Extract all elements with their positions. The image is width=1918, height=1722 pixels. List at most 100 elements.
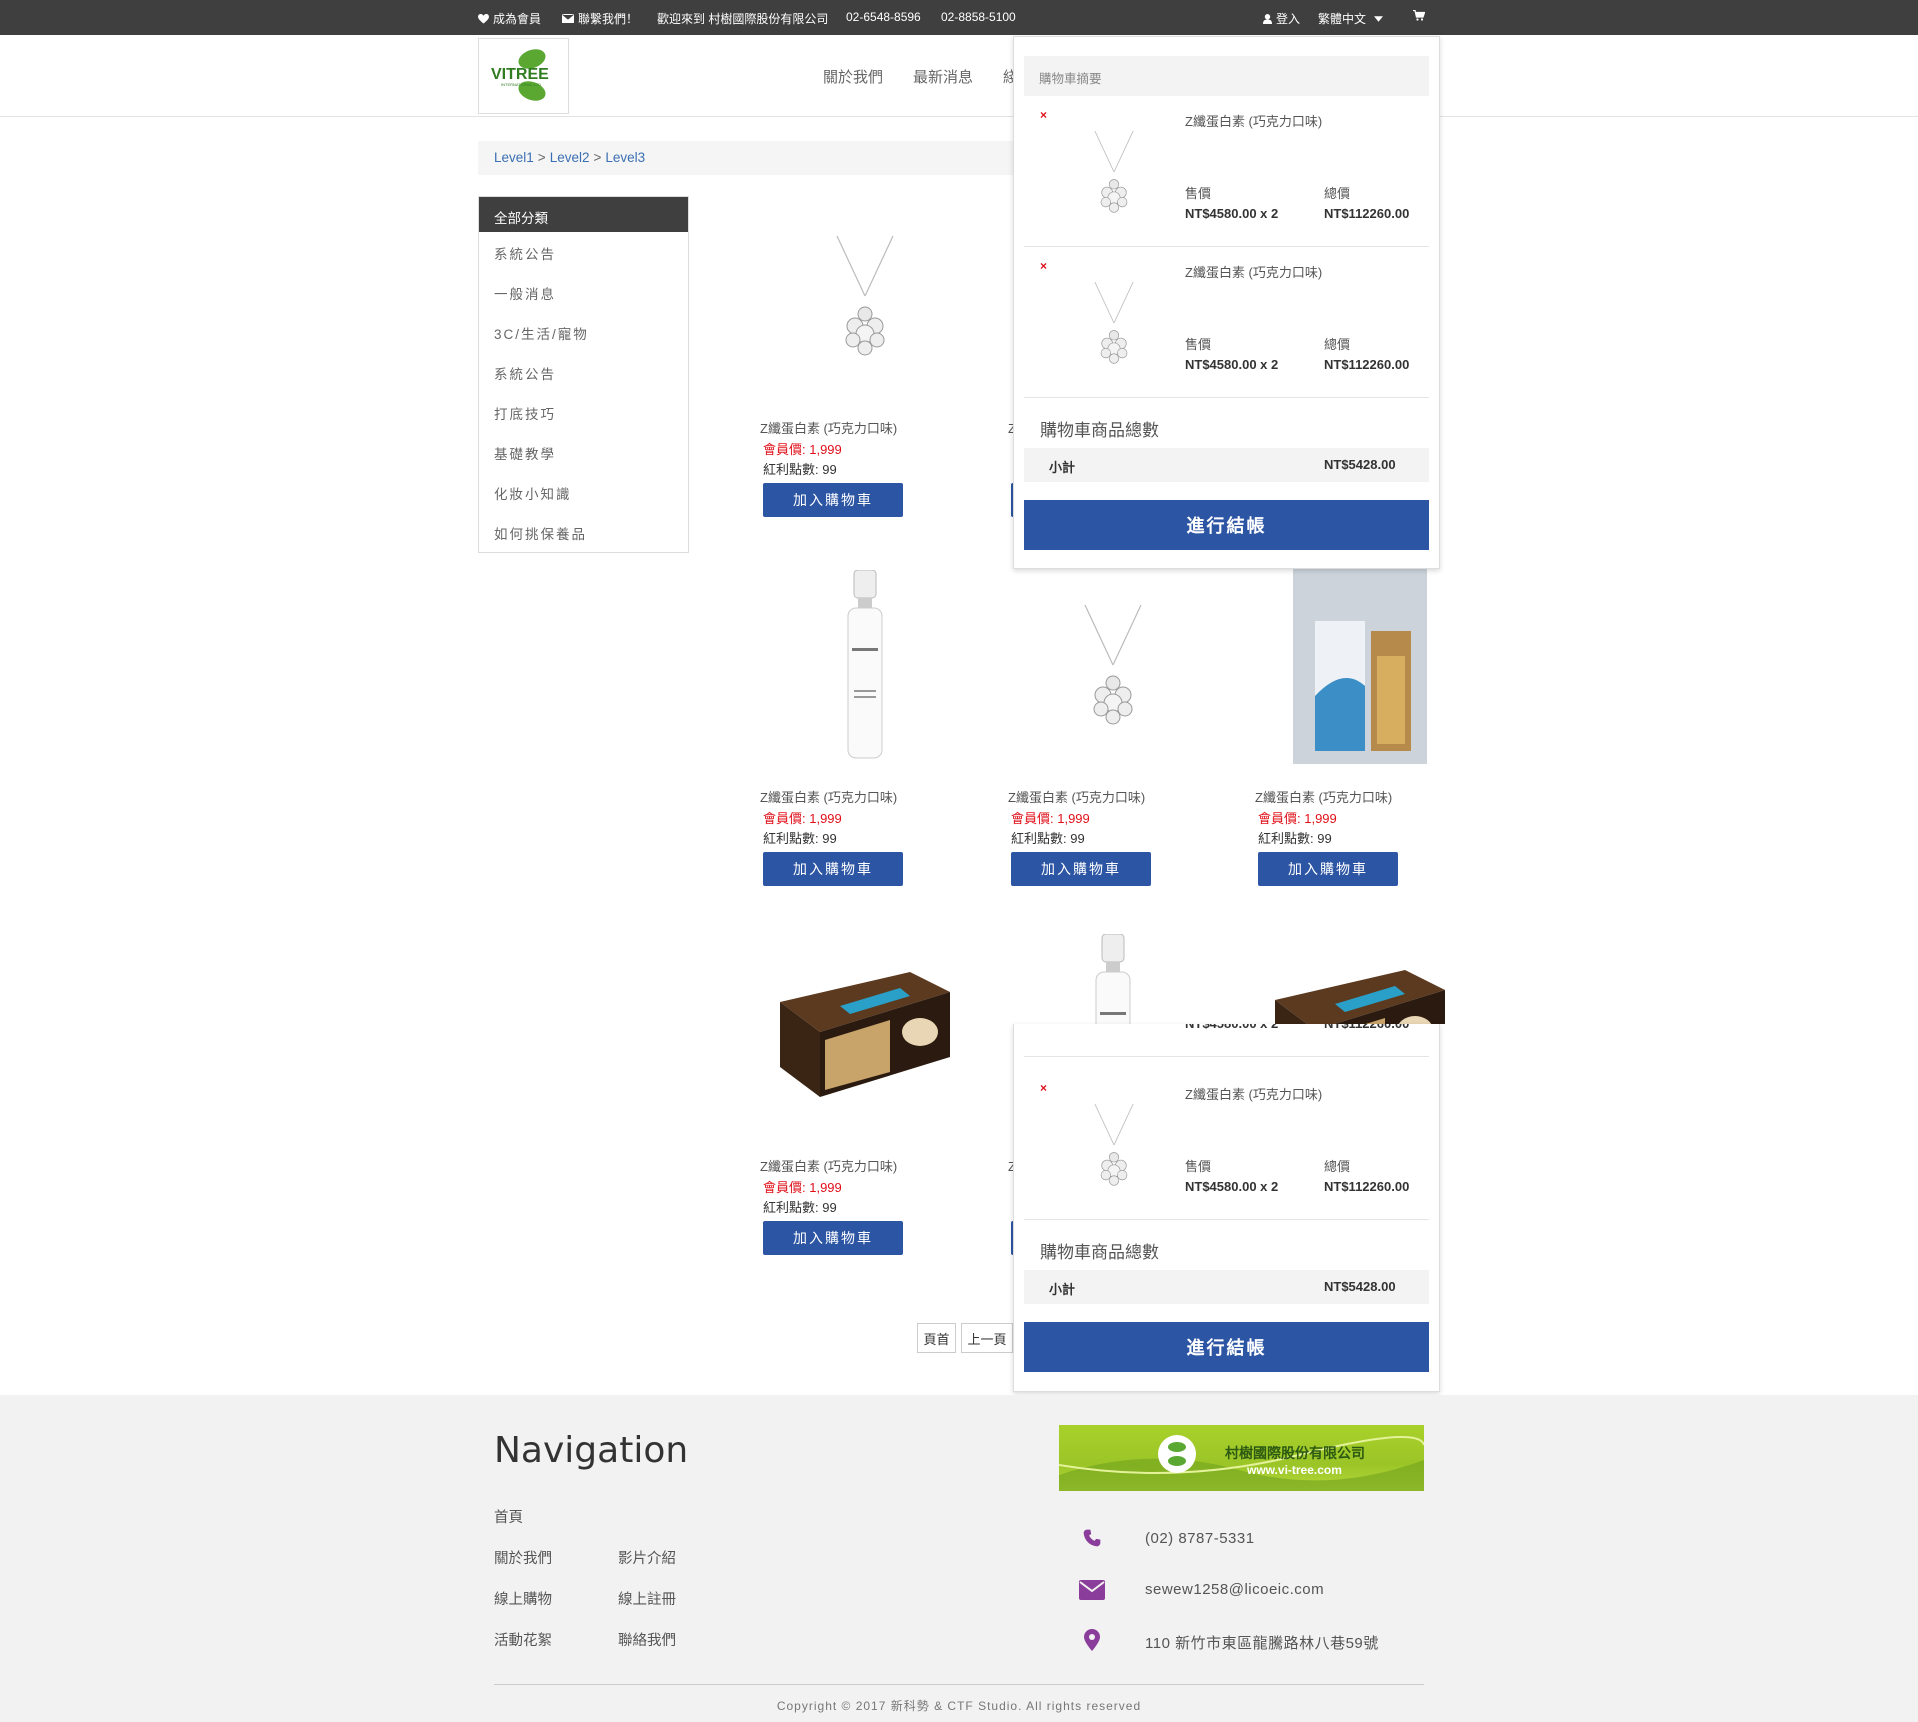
envelope-icon bbox=[1078, 1576, 1106, 1604]
product-image[interactable] bbox=[760, 196, 970, 396]
contact-us-link[interactable]: 聯繫我們！ bbox=[562, 10, 638, 27]
pager-first[interactable]: 頁首 bbox=[917, 1323, 956, 1353]
footer-link-home[interactable]: 首頁 bbox=[494, 1506, 523, 1527]
product-name[interactable]: Z纖蛋白素 (巧克力口味) bbox=[760, 418, 897, 437]
login-label: 登入 bbox=[1276, 12, 1301, 26]
total-price-value: NT$112260.00 bbox=[1324, 1179, 1410, 1194]
checkout-button[interactable]: 進行結帳 bbox=[1024, 500, 1429, 550]
footer-link-video[interactable]: 影片介紹 bbox=[618, 1547, 676, 1568]
breadcrumb-level3[interactable]: Level3 bbox=[605, 150, 645, 165]
cart-icon bbox=[1413, 10, 1425, 21]
add-to-cart-button[interactable]: 加入購物車 bbox=[763, 483, 903, 517]
banner-url: www.vi-tree.com bbox=[1247, 1463, 1342, 1477]
cart-dropdown: NT$4580.00 x 2 NT$112260.00 × Z纖蛋白素 (巧克力… bbox=[1013, 1024, 1440, 1392]
pager-prev[interactable]: 上一頁 bbox=[961, 1323, 1013, 1353]
product-name[interactable]: Z纖蛋白素 (巧克力口味) bbox=[1008, 787, 1145, 806]
cart-item-name[interactable]: Z纖蛋白素 (巧克力口味) bbox=[1185, 1084, 1322, 1103]
total-price-value: NT$112260.00 bbox=[1324, 357, 1410, 372]
product-image[interactable] bbox=[1255, 565, 1465, 765]
unit-price-value: NT$4580.00 x 2 bbox=[1185, 1179, 1279, 1194]
category-item[interactable]: 基礎教學 bbox=[479, 432, 688, 472]
cart-dropdown: 購物車摘要 × Z纖蛋白素 (巧克力口味) 售價 總價 NT$4580.00 x… bbox=[1013, 36, 1440, 569]
category-item[interactable]: 3C/生活/寵物 bbox=[479, 312, 688, 352]
cart-count-label: 購物車商品總數 bbox=[1040, 421, 1159, 440]
nav-about[interactable]: 關於我們 bbox=[823, 66, 883, 87]
top-bar: 成為會員 聯繫我們！ 歡迎來到 村樹國際股份有限公司 02-6548-8596 … bbox=[0, 0, 1918, 35]
svg-text:VITREE: VITREE bbox=[491, 66, 549, 83]
welcome-text: 歡迎來到 村樹國際股份有限公司 bbox=[657, 12, 829, 26]
product-points: 紅利點數: 99 bbox=[1258, 831, 1332, 846]
breadcrumb-separator: > bbox=[537, 150, 546, 165]
envelope-icon bbox=[562, 14, 574, 23]
site-footer: Navigation 首頁 關於我們 影片介紹 線上購物 線上註冊 活動花絮 聯… bbox=[0, 1395, 1918, 1722]
category-item[interactable]: 打底技巧 bbox=[479, 392, 688, 432]
footer-link-contact[interactable]: 聯絡我們 bbox=[618, 1629, 676, 1650]
product-price: 會員價: 1,999 bbox=[1011, 811, 1090, 826]
site-logo[interactable]: VITREE INTERNATIONAL,LTD bbox=[478, 38, 569, 114]
cart-item: × Z纖蛋白素 (巧克力口味) 售價 總價 NT$4580.00 x 2 NT$… bbox=[1024, 247, 1429, 398]
login-link[interactable]: 登入 bbox=[1263, 10, 1300, 27]
join-member-label: 成為會員 bbox=[493, 12, 542, 26]
add-to-cart-button[interactable]: 加入購物車 bbox=[1258, 852, 1398, 886]
unit-price-value: NT$4580.00 x 2 bbox=[1185, 357, 1279, 372]
add-to-cart-button[interactable]: 加入購物車 bbox=[763, 1221, 903, 1255]
company-banner[interactable]: 村樹國際股份有限公司 www.vi-tree.com bbox=[1059, 1425, 1424, 1491]
unit-price-value: NT$4580.00 x 2 bbox=[1185, 206, 1279, 221]
product-image[interactable] bbox=[760, 565, 970, 765]
footer-email[interactable]: sewew1258@licoeic.com bbox=[1145, 1581, 1324, 1598]
unit-price-value: NT$4580.00 x 2 bbox=[1185, 1024, 1278, 1031]
cart-item: × Z纖蛋白素 (巧克力口味) 售價 總價 NT$4580.00 x 2 NT$… bbox=[1024, 96, 1429, 247]
nav-news[interactable]: 最新消息 bbox=[913, 66, 973, 87]
checkout-button[interactable]: 進行結帳 bbox=[1024, 1322, 1429, 1372]
category-item[interactable]: 系統公告 bbox=[479, 352, 688, 392]
user-icon bbox=[1263, 13, 1272, 24]
product-image[interactable] bbox=[1008, 565, 1218, 765]
product-image[interactable] bbox=[1255, 934, 1465, 1024]
cart-item-name[interactable]: Z纖蛋白素 (巧克力口味) bbox=[1185, 262, 1322, 281]
footer-address: 110 新竹市東區龍騰路林八巷59號 bbox=[1145, 1635, 1379, 1652]
add-to-cart-button[interactable]: 加入購物車 bbox=[763, 852, 903, 886]
copyright: Copyright © 2017 新科勢 & CTF Studio. All r… bbox=[776, 1699, 1142, 1713]
category-item[interactable]: 化妝小知識 bbox=[479, 472, 688, 512]
product-image[interactable] bbox=[760, 934, 970, 1134]
breadcrumb-level1[interactable]: Level1 bbox=[494, 150, 534, 165]
subtotal-label: 小計 bbox=[1049, 1282, 1076, 1297]
product-image[interactable] bbox=[1008, 934, 1218, 1024]
subtotal-value: NT$5428.00 bbox=[1324, 457, 1396, 472]
remove-item-icon[interactable]: × bbox=[1040, 1081, 1047, 1095]
product-points: 紅利點數: 99 bbox=[1011, 831, 1085, 846]
product-price: 會員價: 1,999 bbox=[763, 811, 842, 826]
footer-link-register[interactable]: 線上註冊 bbox=[618, 1588, 676, 1609]
join-member-link[interactable]: 成為會員 bbox=[478, 10, 541, 27]
cart-item-image bbox=[1079, 255, 1149, 390]
product-name[interactable]: Z纖蛋白素 (巧克力口味) bbox=[760, 787, 897, 806]
footer-nav-title: Navigation bbox=[494, 1430, 689, 1471]
phone-2: 02-8858-5100 bbox=[941, 10, 1016, 24]
add-to-cart-button[interactable]: 加入購物車 bbox=[1011, 852, 1151, 886]
footer-divider bbox=[494, 1684, 1424, 1685]
product-price: 會員價: 1,999 bbox=[1258, 811, 1337, 826]
category-item[interactable]: 系統公告 bbox=[479, 232, 688, 272]
banner-company-name: 村樹國際股份有限公司 bbox=[1225, 1445, 1365, 1461]
language-dropdown[interactable]: 繁體中文 bbox=[1318, 10, 1384, 27]
phone-1: 02-6548-8596 bbox=[846, 10, 921, 24]
footer-link-about[interactable]: 關於我們 bbox=[494, 1547, 552, 1568]
product-price: 會員價: 1,999 bbox=[763, 442, 842, 457]
remove-item-icon[interactable]: × bbox=[1040, 108, 1047, 122]
product-name[interactable]: Z纖蛋白素 (巧克力口味) bbox=[1255, 787, 1392, 806]
category-item[interactable]: 如何挑保養品 bbox=[479, 512, 688, 552]
product-name[interactable]: Z纖蛋白素 (巧克力口味) bbox=[760, 1156, 897, 1175]
category-item[interactable]: 一般消息 bbox=[479, 272, 688, 312]
unit-price-label: 售價 bbox=[1185, 186, 1212, 201]
cart-item: NT$4580.00 x 2 NT$112260.00 bbox=[1024, 1024, 1429, 1057]
breadcrumb-level2[interactable]: Level2 bbox=[550, 150, 590, 165]
cart-item-name[interactable]: Z纖蛋白素 (巧克力口味) bbox=[1185, 111, 1322, 130]
cart-button[interactable] bbox=[1413, 10, 1425, 21]
category-title[interactable]: 全部分類 bbox=[479, 197, 688, 232]
footer-link-shop[interactable]: 線上購物 bbox=[494, 1588, 552, 1609]
cart-count-label: 購物車商品總數 bbox=[1040, 1243, 1159, 1262]
cart-item: × Z纖蛋白素 (巧克力口味) 售價 總價 NT$4580.00 x 2 NT$… bbox=[1024, 1069, 1429, 1220]
remove-item-icon[interactable]: × bbox=[1040, 259, 1047, 273]
footer-link-events[interactable]: 活動花絮 bbox=[494, 1629, 552, 1650]
language-label: 繁體中文 bbox=[1318, 12, 1367, 26]
